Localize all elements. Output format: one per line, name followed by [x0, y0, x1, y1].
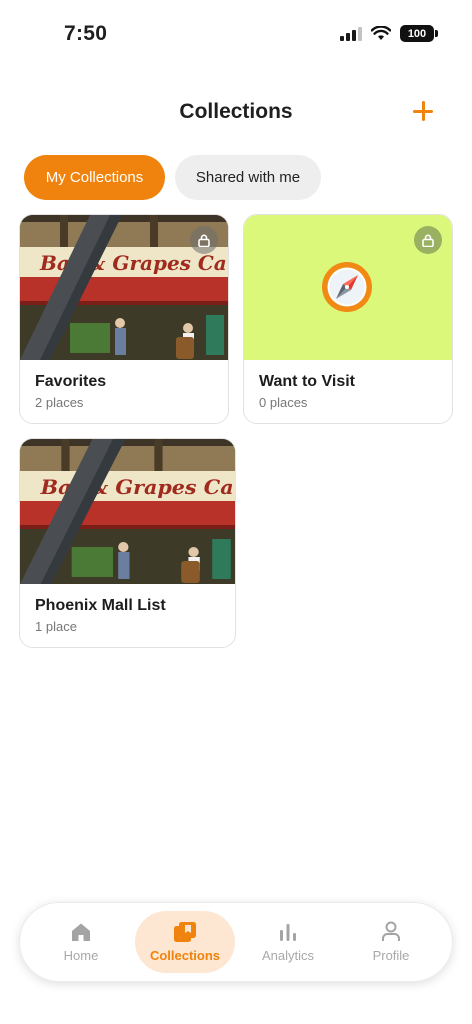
compass-icon	[322, 262, 372, 312]
tab-my-collections[interactable]: My Collections	[24, 155, 165, 200]
nav-item-profile[interactable]: Profile	[348, 911, 434, 973]
wifi-icon	[371, 26, 391, 40]
status-bar: 7:50 100	[0, 0, 472, 70]
collection-place-count: 0 places	[259, 395, 308, 410]
profile-icon	[382, 921, 400, 941]
tab-shared-with-me[interactable]: Shared with me	[175, 155, 321, 200]
collection-card-want-to-visit[interactable]: Want to Visit 0 places	[243, 214, 453, 424]
collection-place-count: 1 place	[35, 619, 77, 634]
collection-card-phoenix-mall-list[interactable]: Bar & Grapes Ca Phoenix Mall List 1 plac…	[19, 438, 236, 648]
analytics-icon	[280, 923, 296, 941]
collection-placeholder	[244, 215, 452, 360]
lock-icon	[422, 234, 434, 247]
restaurant-photo: Bar & Grapes Ca	[20, 439, 235, 584]
collection-name: Want to Visit	[259, 373, 355, 390]
nav-label-collections: Collections	[149, 948, 221, 963]
bottom-navigation: Home Collections Analytics Profile	[19, 902, 453, 982]
collection-tabs: My Collections Shared with me	[24, 155, 321, 200]
nav-label-analytics: Analytics	[261, 947, 315, 963]
cellular-signal-icon	[340, 26, 362, 41]
add-collection-button[interactable]	[410, 98, 436, 124]
status-time: 7:50	[64, 22, 108, 45]
collections-icon	[174, 922, 196, 942]
home-icon	[72, 923, 90, 941]
private-lock-badge	[190, 226, 218, 254]
collection-photo: Bar & Grapes Ca	[20, 215, 228, 360]
status-icons: 100	[340, 25, 438, 42]
lock-icon	[198, 234, 210, 247]
nav-label-profile: Profile	[372, 948, 410, 963]
collection-place-count: 2 places	[35, 395, 84, 410]
collection-card-favorites[interactable]: Bar & Grapes Ca Favorites 2 places	[19, 214, 229, 424]
private-lock-badge	[414, 226, 442, 254]
nav-label-home: Home	[63, 947, 99, 963]
nav-item-home[interactable]: Home	[38, 911, 124, 973]
collection-name: Favorites	[35, 373, 107, 390]
nav-item-collections[interactable]: Collections	[135, 911, 235, 973]
collection-photo: Bar & Grapes Ca	[20, 439, 235, 584]
page-title: Collections	[179, 100, 293, 123]
nav-item-analytics[interactable]: Analytics	[245, 911, 331, 973]
battery-icon: 100	[400, 25, 438, 42]
collection-name: Phoenix Mall List	[35, 597, 166, 614]
